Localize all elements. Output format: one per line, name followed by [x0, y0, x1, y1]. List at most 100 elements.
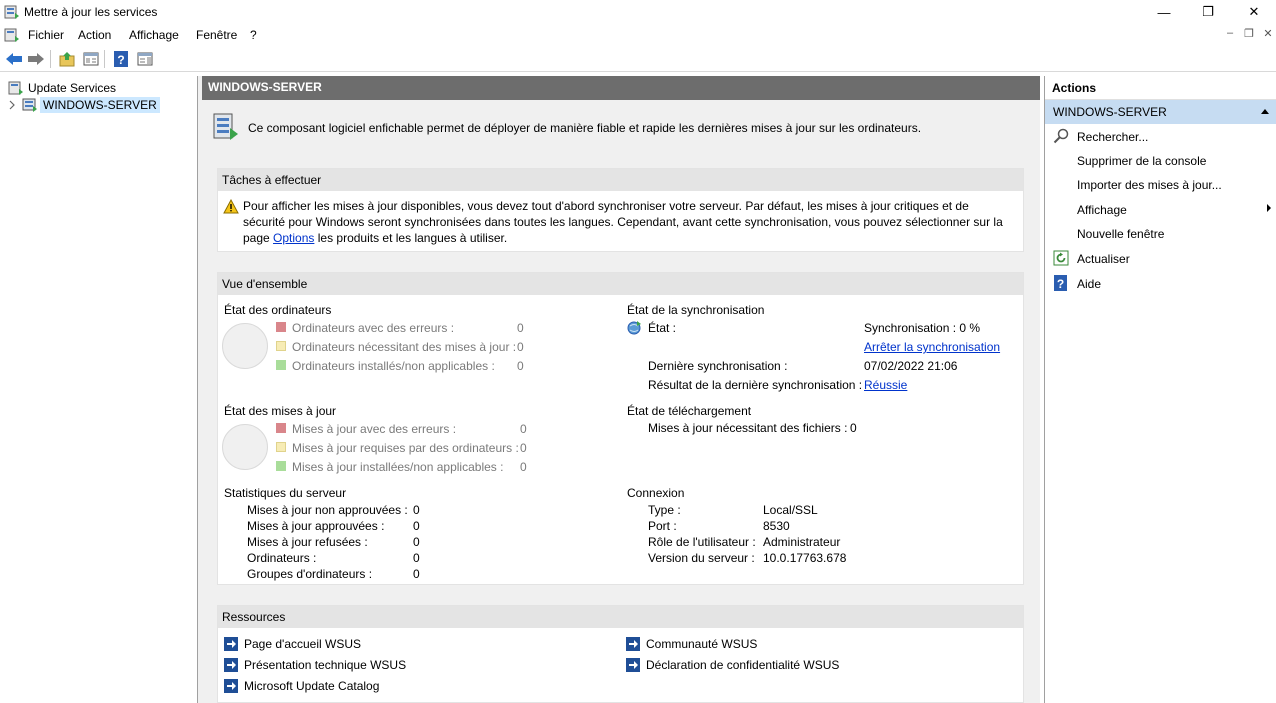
back-arrow-icon	[6, 53, 22, 65]
action-nouvelle-fenetre[interactable]: Nouvelle fenêtre	[1045, 223, 1276, 245]
results-pane-header: WINDOWS-SERVER	[202, 76, 1040, 100]
resource-link-item[interactable]: Déclaration de confidentialité WSUS	[626, 658, 839, 672]
menu-affichage[interactable]: Affichage	[129, 28, 179, 42]
stat-unapproved-label: Mises à jour non approuvées :	[247, 503, 408, 517]
action-label: Supprimer de la console	[1077, 154, 1207, 168]
stat-groups-value: 0	[413, 567, 420, 581]
updates-status-pie	[222, 424, 268, 470]
restore-button[interactable]: ❐	[1185, 0, 1231, 24]
last-sync-value: 07/02/2022 21:06	[864, 359, 958, 373]
mdi-close-button[interactable]: ✕	[1259, 27, 1276, 43]
last-sync-label: Dernière synchronisation :	[648, 359, 788, 373]
tasks-title: Tâches à effectuer	[218, 169, 1023, 191]
tree-node-windows-server[interactable]: WINDOWS-SERVER	[8, 97, 160, 113]
action-label: Importer des mises à jour...	[1077, 178, 1222, 192]
updates-needed-value: 0	[520, 441, 527, 455]
resource-link-item[interactable]: Présentation technique WSUS	[224, 658, 406, 672]
help-icon: ?	[114, 51, 128, 67]
computers-installed-label: Ordinateurs installés/non applicables :	[292, 359, 495, 373]
computers-installed-value: 0	[517, 359, 524, 373]
sync-result-link[interactable]: Réussie	[864, 378, 907, 392]
error-legend-swatch	[276, 322, 286, 332]
show-hide-actions-button[interactable]	[135, 50, 155, 68]
tree-node-update-services[interactable]: Update Services	[8, 80, 116, 96]
actions-group-label: WINDOWS-SERVER	[1053, 105, 1167, 119]
title-bar: Mettre à jour les services — ❐ ✕	[0, 0, 1276, 24]
resource-link-item[interactable]: Communauté WSUS	[626, 637, 757, 651]
sync-status-title: État de la synchronisation	[627, 303, 765, 317]
last-sync-result-label: Résultat de la dernière synchronisation …	[648, 378, 863, 392]
tasks-text: Pour afficher les mises à jour disponibl…	[243, 198, 1013, 246]
action-pane-icon	[137, 52, 153, 66]
minimize-button[interactable]: —	[1141, 0, 1187, 24]
action-supprimer[interactable]: Supprimer de la console	[1045, 150, 1276, 172]
action-rechercher[interactable]: Rechercher...	[1045, 126, 1276, 148]
show-hide-tree-button[interactable]	[81, 50, 101, 68]
sync-state-label: État :	[648, 321, 677, 335]
results-pane: WINDOWS-SERVER Ce composant logiciel enf…	[202, 76, 1040, 703]
up-level-button[interactable]	[57, 50, 77, 68]
actions-pane: Actions WINDOWS-SERVER Rechercher... Sup…	[1044, 76, 1276, 703]
console-tree: Update Services WINDOWS-SERVER	[0, 76, 198, 703]
menu-bar: Fichier Action Affichage Fenêtre ? – ❐ ✕	[0, 24, 1276, 46]
stop-sync-link[interactable]: Arrêter la synchronisation	[864, 340, 1000, 354]
connection-type-label: Type :	[648, 503, 681, 517]
stat-computers-value: 0	[413, 551, 420, 565]
action-aide[interactable]: ? Aide	[1045, 273, 1276, 295]
intro-banner: Ce composant logiciel enfichable permet …	[202, 100, 1040, 146]
refresh-icon	[1053, 250, 1069, 266]
connection-role-value: Administrateur	[763, 535, 841, 549]
svg-text:?: ?	[117, 53, 124, 67]
actions-title: Actions	[1045, 76, 1276, 100]
tasks-section: Tâches à effectuer Pour afficher les mis…	[217, 168, 1024, 252]
mdi-minimize-button[interactable]: –	[1221, 27, 1239, 43]
action-affichage[interactable]: Affichage	[1045, 199, 1276, 221]
stat-computers-label: Ordinateurs :	[247, 551, 317, 565]
menu-fenetre[interactable]: Fenêtre	[196, 28, 237, 42]
close-button[interactable]: ✕	[1231, 0, 1276, 24]
updates-installed-label: Mises à jour installées/non applicables …	[292, 460, 504, 474]
updates-status-title: État des mises à jour	[224, 404, 337, 418]
action-actualiser[interactable]: Actualiser	[1045, 248, 1276, 270]
stat-approved-label: Mises à jour approuvées :	[247, 519, 385, 533]
updates-errors-label: Mises à jour avec des erreurs :	[292, 422, 457, 436]
forward-arrow-icon	[28, 53, 44, 65]
computers-needing-label: Ordinateurs nécessitant des mises à jour…	[292, 340, 517, 354]
menu-help[interactable]: ?	[250, 28, 257, 42]
collapse-caret-icon[interactable]	[1260, 107, 1270, 115]
installed-legend-swatch	[276, 360, 286, 370]
expand-chevron-icon[interactable]	[8, 100, 16, 110]
resource-link-label: Page d'accueil WSUS	[244, 637, 362, 651]
computers-errors-value: 0	[517, 321, 524, 335]
menu-fichier[interactable]: Fichier	[28, 28, 64, 42]
options-link[interactable]: Options	[273, 231, 314, 245]
connection-version-label: Version du serveur :	[648, 551, 755, 565]
console-tree-icon	[83, 52, 99, 66]
help-button[interactable]: ?	[111, 50, 131, 68]
link-arrow-icon	[224, 658, 238, 672]
connection-version-value: 10.0.17763.678	[763, 551, 847, 565]
overview-section: Vue d'ensemble État des ordinateurs Ordi…	[217, 272, 1024, 585]
resource-link-item[interactable]: Microsoft Update Catalog	[224, 679, 379, 693]
connection-port-value: 8530	[763, 519, 790, 533]
computers-status-title: État des ordinateurs	[224, 303, 332, 317]
svg-text:?: ?	[1057, 277, 1064, 291]
mdi-restore-button[interactable]: ❐	[1240, 27, 1258, 43]
link-arrow-icon	[224, 679, 238, 693]
stat-declined-value: 0	[413, 535, 420, 549]
stat-declined-label: Mises à jour refusées :	[247, 535, 368, 549]
help-icon: ?	[1054, 275, 1067, 291]
actions-group-header[interactable]: WINDOWS-SERVER	[1045, 100, 1276, 124]
forward-button[interactable]	[26, 50, 46, 68]
action-importer[interactable]: Importer des mises à jour...	[1045, 174, 1276, 196]
resource-link-item[interactable]: Page d'accueil WSUS	[224, 637, 361, 651]
mmc-document-icon	[4, 28, 19, 42]
download-status-title: État de téléchargement	[627, 404, 752, 418]
back-button[interactable]	[4, 50, 24, 68]
action-label: Affichage	[1077, 203, 1127, 217]
resources-section: Ressources Page d'accueil WSUS Présentat…	[217, 605, 1024, 703]
resource-link-label: Communauté WSUS	[646, 637, 758, 651]
menu-action[interactable]: Action	[78, 28, 111, 42]
connection-title: Connexion	[627, 486, 685, 500]
link-arrow-icon	[224, 637, 238, 651]
